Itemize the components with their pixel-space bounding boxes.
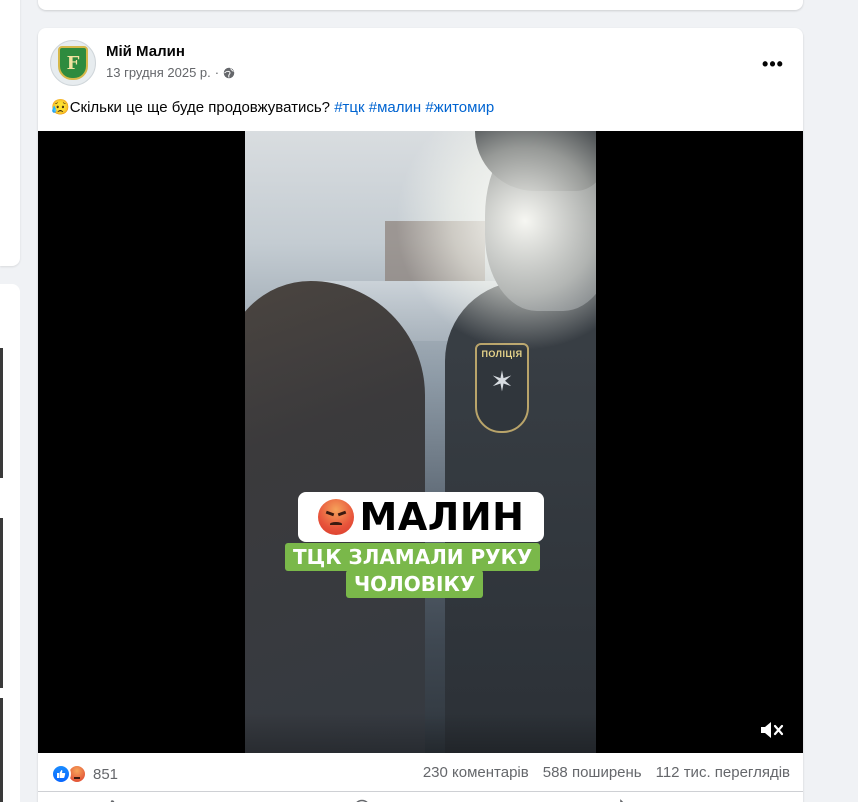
caption-line-2: ЧОЛОВІКУ [346, 570, 484, 598]
left-sidebar-card [0, 0, 20, 266]
page-logo: F [58, 46, 88, 80]
globe-icon [223, 67, 235, 78]
post-meta: 13 грудня 2025 р. · [106, 65, 235, 80]
hashtag-link[interactable]: #житомир [425, 99, 494, 116]
comment-action-icon[interactable] [352, 798, 372, 802]
reaction-count[interactable]: 851 [93, 766, 118, 783]
post-actions [38, 791, 803, 802]
police-star-icon: ✶ [490, 366, 514, 397]
reactions-summary[interactable]: 851 [51, 763, 118, 785]
avatar[interactable]: F [50, 40, 96, 86]
mute-icon[interactable] [759, 719, 785, 741]
sad-emoji: 😥 [51, 99, 70, 116]
engagement-stats: 230 коментарів 588 поширень 112 тис. пер… [423, 764, 790, 781]
post-date[interactable]: 13 грудня 2025 р. [106, 65, 211, 80]
post-message: Скільки це ще буде продовжуватись? [69, 99, 331, 116]
left-sidebar-card [0, 284, 20, 802]
more-options-button[interactable]: ••• [755, 50, 791, 78]
police-patch: ПОЛІЦІЯ ✶ [475, 343, 529, 433]
post-card: F Мій Малин 13 грудня 2025 р. · ••• 😥Скі… [38, 28, 803, 802]
shares-count[interactable]: 588 поширень [543, 764, 642, 781]
thumbnail-image[interactable] [0, 698, 3, 802]
previous-post-card [38, 0, 803, 10]
video-player[interactable]: ПОЛІЦІЯ ✶ МАЛИН ТЦК ЗЛАМАЛИ РУКУ ЧОЛОВІК… [38, 131, 803, 753]
comments-count[interactable]: 230 коментарів [423, 764, 529, 781]
thumbnail-image[interactable] [0, 518, 3, 688]
hashtag-link[interactable]: #малин [369, 99, 421, 116]
caption-title-text: МАЛИН [359, 495, 525, 539]
meta-separator: · [214, 65, 220, 80]
post-text: 😥Скільки це ще буде продовжуватись? #тцк… [51, 98, 494, 116]
caption-line-1: ТЦК ЗЛАМАЛИ РУКУ [285, 543, 541, 571]
views-count: 112 тис. переглядів [655, 764, 790, 781]
post-header: F Мій Малин 13 грудня 2025 р. · ••• [50, 40, 791, 88]
angry-face-icon [317, 499, 354, 535]
video-caption-title: МАЛИН [298, 492, 544, 542]
like-action-icon[interactable] [102, 798, 122, 802]
video-frame: ПОЛІЦІЯ ✶ [245, 131, 596, 753]
like-icon [51, 764, 71, 784]
thumbnail-image[interactable] [0, 348, 3, 478]
share-action-icon[interactable] [610, 798, 630, 802]
page-name[interactable]: Мій Малин [106, 43, 185, 60]
video-controls-overlay [38, 713, 803, 753]
hashtag-link[interactable]: #тцк [334, 99, 364, 116]
